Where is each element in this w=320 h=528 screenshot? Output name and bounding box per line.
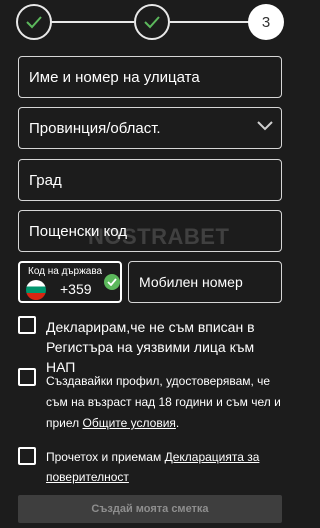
check-icon (144, 16, 160, 29)
bulgaria-flag-icon (26, 280, 46, 300)
postal-code-input[interactable]: Пощенски код (18, 210, 282, 252)
city-placeholder: Град (29, 171, 62, 189)
chevron-down-icon (257, 121, 273, 131)
age-terms-text: Създавайки профил, удостоверявам, че съм… (46, 371, 286, 434)
phone-row: Код на държава... +359 Мобилен номер (18, 261, 282, 303)
postal-code-placeholder: Пощенски код (29, 222, 128, 240)
mobile-number-input[interactable]: Мобилен номер (128, 261, 282, 303)
age-terms-text-after: . (175, 416, 180, 430)
country-code-value: +359 (60, 281, 92, 297)
step-3-current: 3 (248, 4, 284, 40)
province-placeholder: Провинция/област. (29, 119, 161, 137)
street-placeholder: Име и номер на улицата (29, 68, 200, 86)
step-connector (46, 21, 134, 23)
province-select[interactable]: Провинция/област. (18, 107, 282, 149)
terms-link[interactable]: Общите условия (83, 416, 176, 430)
progress-stepper: 3 (0, 0, 300, 44)
privacy-checkbox[interactable] (18, 447, 36, 465)
check-icon (26, 16, 42, 29)
step-1-completed (16, 4, 52, 40)
mobile-placeholder: Мобилен номер (139, 274, 243, 290)
privacy-text: Прочетох и приемам Декларацията за повер… (46, 447, 286, 487)
country-code-label: Код на държава... (28, 266, 102, 277)
step-number: 3 (261, 13, 271, 31)
step-connector (170, 21, 250, 23)
step-2-completed (134, 4, 170, 40)
privacy-text-before: Прочетох и приемам (46, 450, 165, 464)
pep-declaration-checkbox[interactable] (18, 316, 36, 334)
age-terms-checkbox[interactable] (18, 368, 36, 386)
valid-check-icon (104, 274, 120, 290)
city-input[interactable]: Град (18, 159, 282, 201)
country-code-select[interactable]: Код на държава... +359 (18, 261, 122, 303)
create-account-button[interactable]: Създай моята сметка (18, 495, 282, 523)
pep-declaration-text: Декларирам,че не съм вписан в Регистъра … (46, 319, 255, 375)
street-input[interactable]: Име и номер на улицата (18, 56, 282, 98)
